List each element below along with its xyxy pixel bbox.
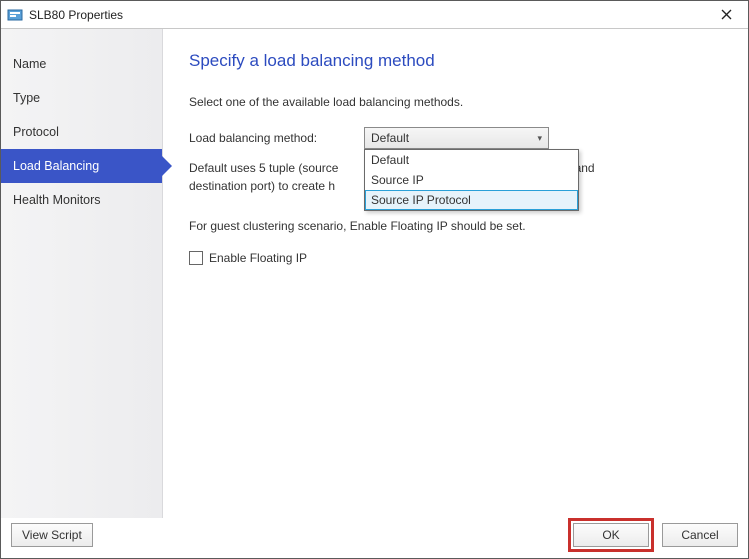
sidebar-item-type[interactable]: Type — [1, 81, 162, 115]
chevron-down-icon: ▾ — [537, 133, 542, 144]
ok-button[interactable]: OK — [573, 523, 649, 547]
sidebar-item-name[interactable]: Name — [1, 47, 162, 81]
cancel-button[interactable]: Cancel — [662, 523, 738, 547]
app-icon — [7, 7, 23, 23]
page-heading: Specify a load balancing method — [189, 51, 722, 71]
properties-dialog: SLB80 Properties Name Type Protocol Load… — [0, 0, 749, 559]
method-selected-value: Default — [371, 131, 409, 145]
method-option-default[interactable]: Default — [365, 150, 578, 170]
titlebar: SLB80 Properties — [1, 1, 748, 29]
content-pane: Specify a load balancing method Select o… — [163, 29, 748, 518]
sidebar-item-load-balancing[interactable]: Load Balancing — [1, 149, 162, 183]
method-label: Load balancing method: — [189, 131, 364, 145]
tuple-line1-left: Default uses 5 tuple (source — [189, 161, 338, 175]
sidebar-item-health-monitors[interactable]: Health Monitors — [1, 183, 162, 217]
method-option-source-ip-protocol[interactable]: Source IP Protocol — [365, 190, 578, 210]
method-combo[interactable]: Default ▾ Default Source IP Source IP Pr… — [364, 127, 549, 149]
floating-ip-checkbox[interactable] — [189, 251, 203, 265]
close-button[interactable] — [704, 1, 748, 28]
tuple-line2: destination port) to create h — [189, 179, 335, 193]
dialog-footer: View Script OK Cancel — [1, 518, 748, 558]
floating-ip-row: Enable Floating IP — [189, 251, 722, 265]
guest-cluster-text: For guest clustering scenario, Enable Fl… — [189, 219, 722, 233]
intro-text: Select one of the available load balanci… — [189, 95, 722, 109]
window-title: SLB80 Properties — [29, 8, 704, 22]
method-option-source-ip[interactable]: Source IP — [365, 170, 578, 190]
dialog-body: Name Type Protocol Load Balancing Health… — [1, 29, 748, 518]
sidebar-item-protocol[interactable]: Protocol — [1, 115, 162, 149]
view-script-button[interactable]: View Script — [11, 523, 93, 547]
sidebar: Name Type Protocol Load Balancing Health… — [1, 29, 163, 518]
ok-highlight: OK — [568, 518, 654, 552]
method-combo-box[interactable]: Default ▾ — [364, 127, 549, 149]
close-icon — [721, 9, 732, 20]
floating-ip-label: Enable Floating IP — [209, 251, 307, 265]
method-dropdown: Default Source IP Source IP Protocol — [364, 149, 579, 211]
method-row: Load balancing method: Default ▾ Default… — [189, 127, 722, 149]
